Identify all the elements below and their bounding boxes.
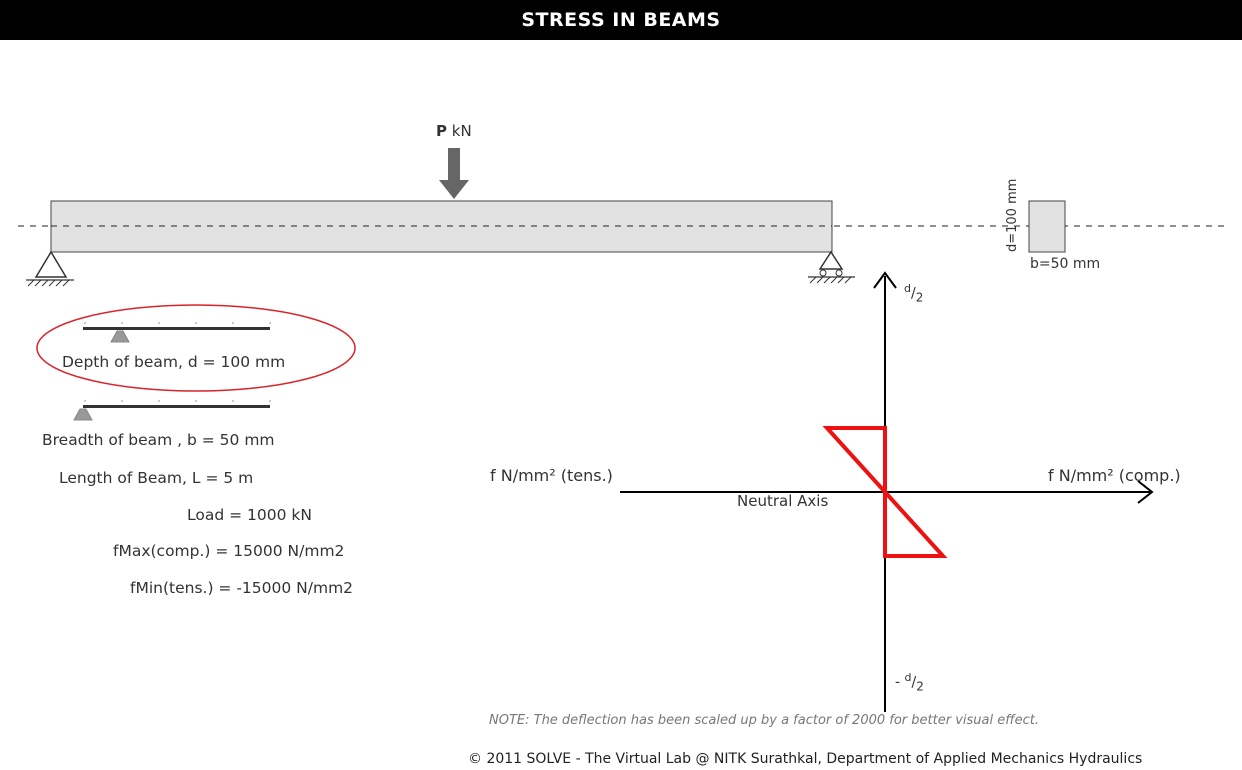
note-text: NOTE: The deflection has been scaled up … [489, 713, 1039, 728]
load-symbol: P [436, 122, 447, 140]
footer-text: © 2011 SOLVE - The Virtual Lab @ NITK Su… [468, 751, 1143, 767]
section-depth-label: d=100 mm [1005, 178, 1020, 252]
fmax-label: fMax(comp.) = 15000 N/mm2 [113, 542, 345, 560]
compression-axis-label: f N/mm² (comp.) [1048, 466, 1181, 485]
load-unit: kN [451, 122, 472, 140]
highlight-ellipse [36, 304, 356, 392]
load-value-label: Load = 1000 kN [187, 506, 312, 524]
neutral-axis-label: Neutral Axis [737, 492, 829, 510]
depth-label: Depth of beam, d = 100 mm [62, 353, 286, 371]
top-depth-label: d/2 [904, 282, 924, 305]
pin-support-icon [26, 250, 74, 287]
load-label: P kN [436, 122, 472, 140]
load-arrow-icon [439, 148, 469, 199]
breadth-slider-track[interactable] [83, 405, 270, 408]
tension-axis-label: f N/mm² (tens.) [490, 466, 613, 485]
length-label: Length of Beam, L = 5 m [59, 469, 254, 487]
roller-support-icon [808, 250, 855, 284]
breadth-slider-thumb[interactable] [71, 406, 95, 422]
breadth-label: Breadth of beam , b = 50 mm [42, 431, 275, 449]
fmin-label: fMin(tens.) = -15000 N/mm2 [130, 579, 354, 597]
stress-distribution-top [822, 426, 887, 498]
beam-diagram-canvas [18, 148, 1225, 712]
stress-distribution-bottom [883, 486, 948, 558]
section-breadth-label: b=50 mm [1030, 256, 1101, 272]
depth-slider-thumb[interactable] [108, 328, 132, 344]
cross-section [1028, 200, 1066, 253]
bottom-depth-label: - d/2 [895, 671, 924, 694]
